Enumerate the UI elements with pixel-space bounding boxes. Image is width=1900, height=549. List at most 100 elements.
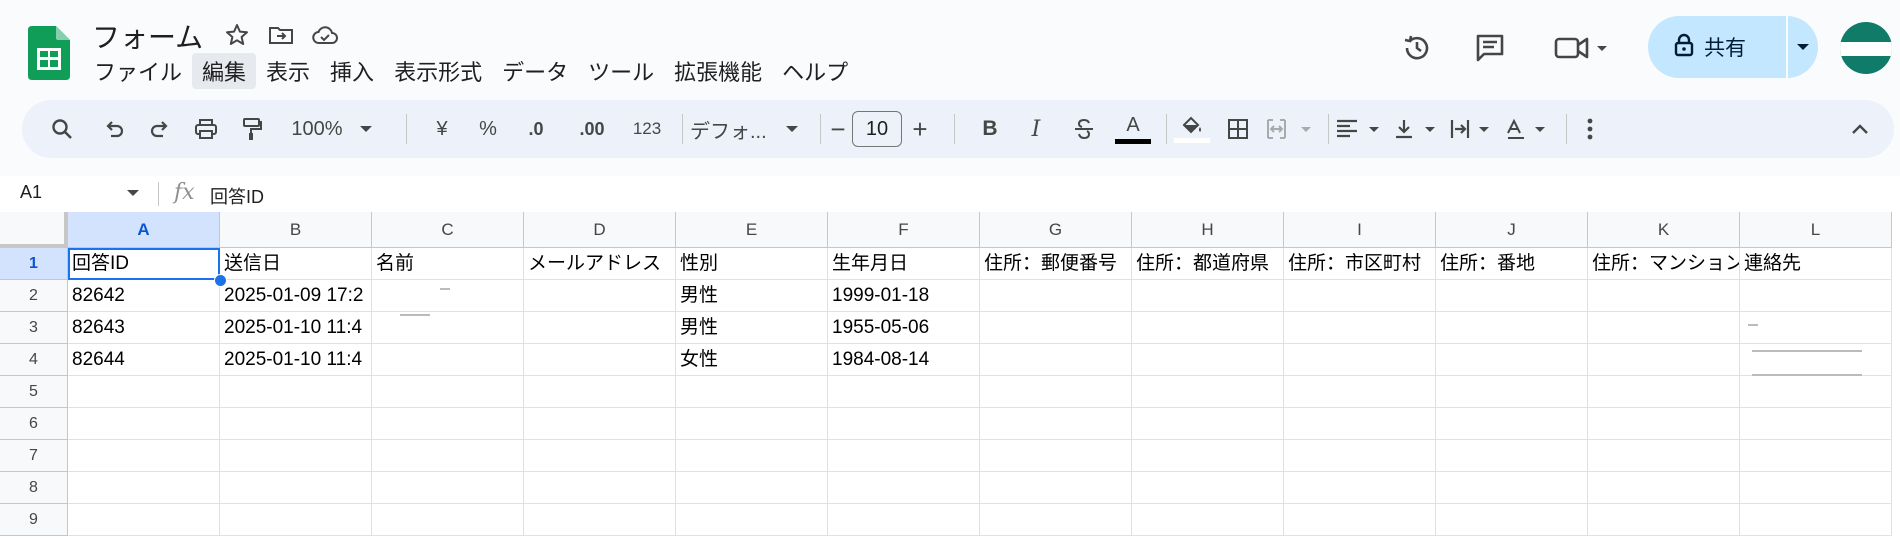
cell-b9[interactable] — [220, 504, 372, 536]
column-header-i[interactable]: I — [1284, 212, 1436, 248]
move-folder-icon[interactable] — [266, 20, 296, 50]
cell-c6[interactable] — [372, 408, 524, 440]
cell-l2[interactable] — [1740, 280, 1892, 312]
cell-c8[interactable] — [372, 472, 524, 504]
cell-k5[interactable] — [1588, 376, 1740, 408]
cell-i2[interactable] — [1284, 280, 1436, 312]
cell-a8[interactable] — [68, 472, 220, 504]
cell-g9[interactable] — [980, 504, 1132, 536]
undo-icon[interactable] — [94, 100, 134, 158]
cell-a5[interactable] — [68, 376, 220, 408]
cloud-saved-icon[interactable] — [310, 20, 340, 50]
column-header-f[interactable]: F — [828, 212, 980, 248]
cell-l7[interactable] — [1740, 440, 1892, 472]
cell-k4[interactable] — [1588, 344, 1740, 376]
column-header-k[interactable]: K — [1588, 212, 1740, 248]
menu-format[interactable]: 表示形式 — [384, 53, 492, 89]
cell-g3[interactable] — [980, 312, 1132, 344]
cell-k2[interactable] — [1588, 280, 1740, 312]
cell-i1[interactable]: 住所：市区町村 — [1284, 248, 1436, 280]
cell-g7[interactable] — [980, 440, 1132, 472]
cell-g8[interactable] — [980, 472, 1132, 504]
cell-f6[interactable] — [828, 408, 980, 440]
format-percent-button[interactable]: % — [468, 100, 508, 158]
text-rotation-icon[interactable] — [1504, 100, 1554, 158]
font-size-input[interactable]: 10 — [852, 111, 902, 147]
print-icon[interactable] — [186, 100, 226, 158]
horizontal-align-icon[interactable] — [1332, 100, 1388, 158]
cell-e7[interactable] — [676, 440, 828, 472]
menu-edit[interactable]: 編集 — [192, 53, 257, 89]
cell-d7[interactable] — [524, 440, 676, 472]
cell-j5[interactable] — [1436, 376, 1588, 408]
paint-format-icon[interactable] — [232, 100, 272, 158]
cell-h5[interactable] — [1132, 376, 1284, 408]
cell-k8[interactable] — [1588, 472, 1740, 504]
cell-b2[interactable]: 2025-01-09 17:2 — [220, 280, 372, 312]
column-header-d[interactable]: D — [524, 212, 676, 248]
cell-l3[interactable] — [1740, 312, 1892, 344]
cell-d1[interactable]: メールアドレス — [524, 248, 676, 280]
star-icon[interactable] — [222, 20, 252, 50]
cell-h7[interactable] — [1132, 440, 1284, 472]
row-header-7[interactable]: 7 — [0, 440, 68, 472]
redo-icon[interactable] — [140, 100, 180, 158]
row-header-8[interactable]: 8 — [0, 472, 68, 504]
cell-e9[interactable] — [676, 504, 828, 536]
cell-e6[interactable] — [676, 408, 828, 440]
increase-font-size-icon[interactable]: + — [902, 100, 938, 158]
cell-f7[interactable] — [828, 440, 980, 472]
cell-c5[interactable] — [372, 376, 524, 408]
cell-l5[interactable] — [1740, 376, 1892, 408]
cell-i4[interactable] — [1284, 344, 1436, 376]
cell-b5[interactable] — [220, 376, 372, 408]
cell-a6[interactable] — [68, 408, 220, 440]
cell-j3[interactable] — [1436, 312, 1588, 344]
cell-b3[interactable]: 2025-01-10 11:4 — [220, 312, 372, 344]
cell-f4[interactable]: 1984-08-14 — [828, 344, 980, 376]
column-header-b[interactable]: B — [220, 212, 372, 248]
row-header-3[interactable]: 3 — [0, 312, 68, 344]
cell-d2[interactable] — [524, 280, 676, 312]
cell-i5[interactable] — [1284, 376, 1436, 408]
cell-j8[interactable] — [1436, 472, 1588, 504]
cell-e8[interactable] — [676, 472, 828, 504]
cell-h8[interactable] — [1132, 472, 1284, 504]
cell-i9[interactable] — [1284, 504, 1436, 536]
cell-l9[interactable] — [1740, 504, 1892, 536]
cell-b6[interactable] — [220, 408, 372, 440]
cell-k7[interactable] — [1588, 440, 1740, 472]
meet-icon[interactable] — [1552, 28, 1612, 68]
document-title[interactable]: フォーム — [92, 16, 203, 56]
comments-icon[interactable] — [1470, 28, 1510, 68]
more-options-icon[interactable] — [1572, 100, 1608, 158]
cell-f3[interactable]: 1955-05-06 — [828, 312, 980, 344]
cell-d8[interactable] — [524, 472, 676, 504]
strikethrough-icon[interactable] — [1066, 100, 1102, 158]
column-header-e[interactable]: E — [676, 212, 828, 248]
more-formats-button[interactable]: 123 — [622, 100, 672, 158]
cell-j4[interactable] — [1436, 344, 1588, 376]
cell-e1[interactable]: 性別 — [676, 248, 828, 280]
formula-input[interactable]: 回答ID — [210, 183, 264, 209]
fill-color-icon[interactable] — [1172, 100, 1212, 158]
cell-k1[interactable]: 住所：マンション — [1588, 248, 1740, 280]
row-header-6[interactable]: 6 — [0, 408, 68, 440]
menu-help[interactable]: ヘルプ — [772, 53, 858, 89]
cell-f8[interactable] — [828, 472, 980, 504]
cell-f1[interactable]: 生年月日 — [828, 248, 980, 280]
borders-icon[interactable] — [1220, 100, 1256, 158]
cell-f9[interactable] — [828, 504, 980, 536]
bold-button[interactable]: B — [972, 100, 1008, 158]
cell-h3[interactable] — [1132, 312, 1284, 344]
row-header-9[interactable]: 9 — [0, 504, 68, 536]
cell-i7[interactable] — [1284, 440, 1436, 472]
column-header-l[interactable]: L — [1740, 212, 1892, 248]
cell-d5[interactable] — [524, 376, 676, 408]
vertical-align-icon[interactable] — [1392, 100, 1442, 158]
menu-extensions[interactable]: 拡張機能 — [664, 53, 772, 89]
cell-c7[interactable] — [372, 440, 524, 472]
cell-f5[interactable] — [828, 376, 980, 408]
cell-g5[interactable] — [980, 376, 1132, 408]
cell-h4[interactable] — [1132, 344, 1284, 376]
